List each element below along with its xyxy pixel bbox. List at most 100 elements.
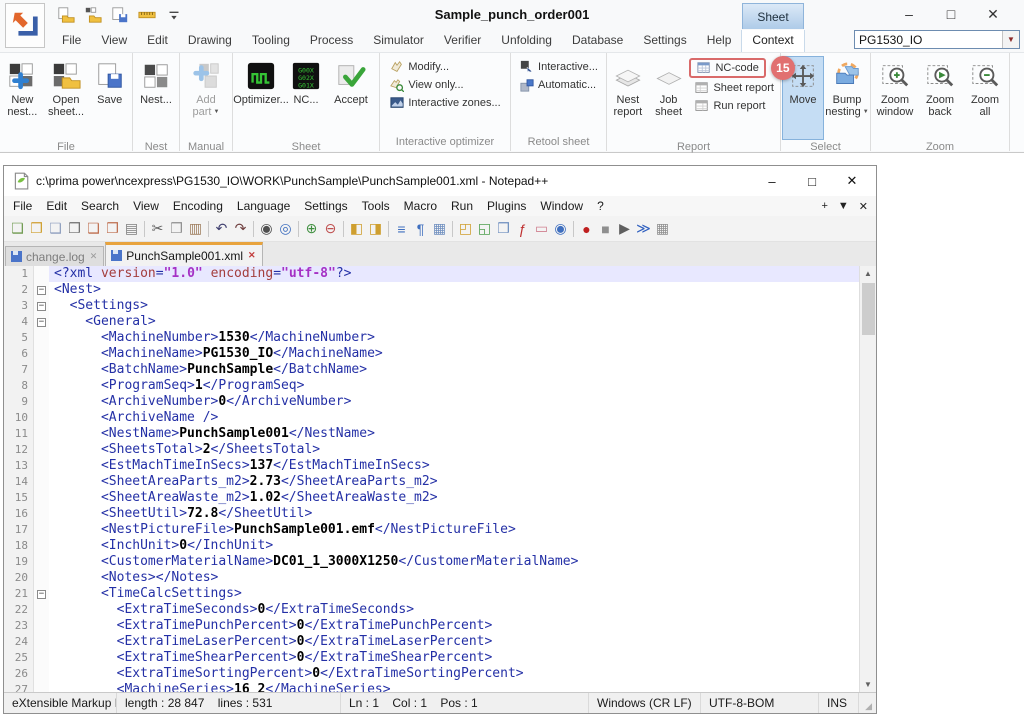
ribbon-tab-context[interactable]: Context xyxy=(741,30,804,52)
copy-icon[interactable]: ❒ xyxy=(167,219,186,239)
menu-macro[interactable]: Macro xyxy=(397,197,444,215)
fold-collapse-icon[interactable]: − xyxy=(37,590,46,599)
run-script-icon[interactable]: ƒ xyxy=(513,219,532,239)
status-insert-mode[interactable]: INS xyxy=(819,693,859,713)
close-button[interactable]: ✕ xyxy=(832,168,872,194)
ribbon-tab-view[interactable]: View xyxy=(91,30,137,52)
save-all-icon[interactable]: ❒ xyxy=(65,219,84,239)
sync-horizontal-icon[interactable]: ◨ xyxy=(366,219,385,239)
macro-play-icon[interactable]: ▶ xyxy=(615,219,634,239)
new-nest-button[interactable]: New nest... xyxy=(1,56,44,140)
ribbon-tab-tooling[interactable]: Tooling xyxy=(242,30,300,52)
vertical-scrollbar[interactable]: ▲ ▼ xyxy=(859,266,876,692)
maximize-button[interactable]: □ xyxy=(792,168,832,194)
document-tab-change-log[interactable]: change.log✕ xyxy=(5,246,104,266)
macro-run-multiple-icon[interactable]: ≫ xyxy=(634,219,653,239)
menu-file[interactable]: File xyxy=(6,197,39,215)
sheet-report-button[interactable]: Sheet report xyxy=(689,79,779,97)
automatic-button[interactable]: Automatic... xyxy=(514,76,601,94)
nest-button[interactable]: Nest... xyxy=(134,56,178,140)
add-tab-icon[interactable]: + xyxy=(821,200,827,212)
close-file-icon[interactable]: ❑ xyxy=(84,219,103,239)
close-all-icon[interactable]: ❒ xyxy=(103,219,122,239)
zoom-in-icon[interactable]: ⊕ xyxy=(302,219,321,239)
open-sheet-button[interactable]: Open sheet... xyxy=(45,56,88,140)
menu-view[interactable]: View xyxy=(126,197,166,215)
replace-icon[interactable]: ◎ xyxy=(276,219,295,239)
menu-encoding[interactable]: Encoding xyxy=(166,197,230,215)
macro-save-icon[interactable]: ▦ xyxy=(653,219,672,239)
resize-grip-icon[interactable]: ◢ xyxy=(859,693,874,713)
minimize-button[interactable]: – xyxy=(888,2,930,26)
interactive-zones-button[interactable]: Interactive zones... xyxy=(384,94,505,112)
doc-switcher-icon[interactable]: ❒ xyxy=(494,219,513,239)
view-only-button[interactable]: View only... xyxy=(384,76,468,94)
project-panel-icon[interactable]: ▭ xyxy=(532,219,551,239)
fold-collapse-icon[interactable]: − xyxy=(37,302,46,311)
zoom-all-button[interactable]: Zoom all xyxy=(963,56,1007,140)
open-file-icon[interactable]: ❒ xyxy=(27,219,46,239)
nc-code-button[interactable]: NC-code15 xyxy=(689,58,765,78)
combo-dropdown-icon[interactable]: ▼ xyxy=(1002,31,1019,48)
menu-window[interactable]: Window xyxy=(533,197,590,215)
macro-record-icon[interactable]: ● xyxy=(577,219,596,239)
monitoring-icon[interactable]: ◉ xyxy=(551,219,570,239)
close-tab-icon[interactable]: ✕ xyxy=(247,250,257,261)
menu-settings[interactable]: Settings xyxy=(297,197,354,215)
zoom-back-button[interactable]: Zoom back xyxy=(918,56,962,140)
close-button[interactable]: ✕ xyxy=(972,2,1014,26)
modify-button[interactable]: Modify... xyxy=(384,58,454,76)
ribbon-tab-settings[interactable]: Settings xyxy=(633,30,696,52)
function-list-icon[interactable]: ◱ xyxy=(475,219,494,239)
menu-search[interactable]: Search xyxy=(74,197,126,215)
document-tab-punchsample001-xml[interactable]: PunchSample001.xml✕ xyxy=(105,242,262,266)
tab-list-icon[interactable]: ▼ xyxy=(838,200,849,212)
ribbon-tab-file[interactable]: File xyxy=(52,30,91,52)
run-report-button[interactable]: Run report xyxy=(689,97,770,115)
save-button[interactable]: Save xyxy=(88,56,131,140)
redo-icon[interactable]: ↷ xyxy=(231,219,250,239)
menu-tools[interactable]: Tools xyxy=(355,197,397,215)
word-wrap-icon[interactable]: ≡ xyxy=(392,219,411,239)
bump-nesting-button[interactable]: Bump nesting▼ xyxy=(825,56,869,140)
code-view[interactable]: 1<?xml version="1.0" encoding="utf-8"?>2… xyxy=(4,266,859,692)
zoom-out-icon[interactable]: ⊖ xyxy=(321,219,340,239)
doc-map-icon[interactable]: ◰ xyxy=(456,219,475,239)
nest-report-button[interactable]: Nest report xyxy=(608,56,648,140)
menu-plugins[interactable]: Plugins xyxy=(480,197,533,215)
paste-icon[interactable]: ▥ xyxy=(186,219,205,239)
menu-run[interactable]: Run xyxy=(444,197,480,215)
menu-help[interactable]: ? xyxy=(590,197,611,215)
ribbon-tab-drawing[interactable]: Drawing xyxy=(178,30,242,52)
ribbon-tab-verifier[interactable]: Verifier xyxy=(434,30,491,52)
contextual-tab-group-sheet[interactable]: Sheet xyxy=(742,3,804,29)
print-icon[interactable]: ▤ xyxy=(122,219,141,239)
editor-area[interactable]: 1<?xml version="1.0" encoding="utf-8"?>2… xyxy=(4,266,876,692)
optimizer-button[interactable]: Optimizer... xyxy=(239,56,283,140)
close-doc-icon[interactable]: ✕ xyxy=(859,200,868,213)
close-tab-icon[interactable]: ✕ xyxy=(89,251,99,262)
fold-collapse-icon[interactable]: − xyxy=(37,318,46,327)
macro-stop-icon[interactable]: ■ xyxy=(596,219,615,239)
nc-button[interactable]: G00XG02XG01XNC... xyxy=(284,56,328,140)
undo-icon[interactable]: ↶ xyxy=(212,219,231,239)
find-icon[interactable]: ◉ xyxy=(257,219,276,239)
zoom-window-button[interactable]: Zoom window xyxy=(873,56,917,140)
job-sheet-button[interactable]: Job sheet xyxy=(649,56,689,140)
indent-guide-icon[interactable]: ▦ xyxy=(430,219,449,239)
add-part-button[interactable]: Add part▼ xyxy=(184,56,228,140)
app-logo[interactable] xyxy=(5,3,45,48)
ribbon-tab-edit[interactable]: Edit xyxy=(137,30,178,52)
accept-button[interactable]: Accept xyxy=(329,56,373,140)
ribbon-tab-database[interactable]: Database xyxy=(562,30,633,52)
maximize-button[interactable]: □ xyxy=(930,2,972,26)
ribbon-tab-simulator[interactable]: Simulator xyxy=(363,30,434,52)
ribbon-tab-process[interactable]: Process xyxy=(300,30,363,52)
menu-edit[interactable]: Edit xyxy=(39,197,74,215)
interactive-button[interactable]: Interactive... xyxy=(514,58,603,76)
save-file-icon[interactable]: ❑ xyxy=(46,219,65,239)
cut-icon[interactable]: ✂ xyxy=(148,219,167,239)
scroll-up-icon[interactable]: ▲ xyxy=(860,266,876,281)
sync-vertical-icon[interactable]: ◧ xyxy=(347,219,366,239)
new-file-icon[interactable]: ❑ xyxy=(8,219,27,239)
